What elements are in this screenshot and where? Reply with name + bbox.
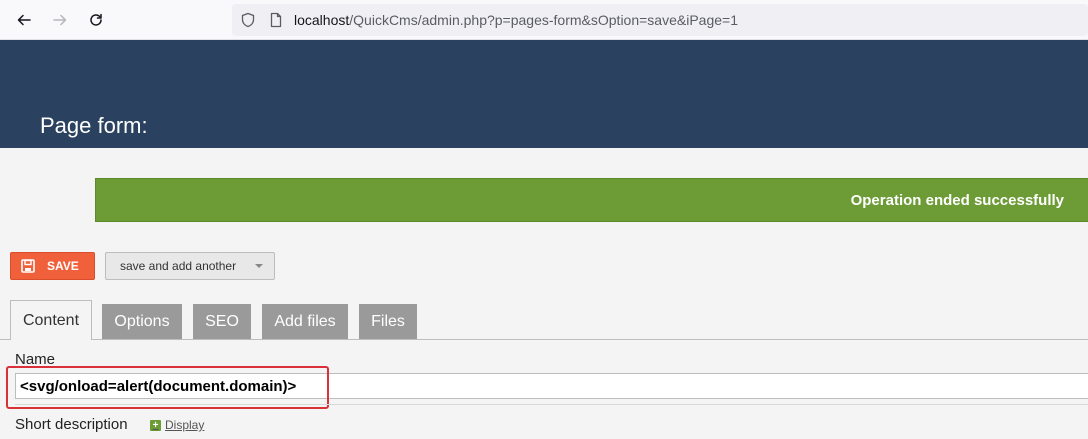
app-header: Page form: — [0, 40, 1088, 148]
save-and-add-another-button[interactable]: save and add another — [105, 252, 275, 280]
save-and-add-another-label: save and add another — [120, 259, 237, 273]
save-button-label: SAVE — [47, 259, 79, 273]
tab-seo[interactable]: SEO — [193, 304, 251, 339]
url-path: /QuickCms/admin.php?p=pages-form&sOption… — [349, 12, 738, 28]
url-text: localhost/QuickCms/admin.php?p=pages-for… — [294, 12, 738, 28]
page-icon[interactable] — [268, 12, 284, 28]
shield-icon[interactable] — [240, 12, 256, 28]
save-button[interactable]: SAVE — [10, 252, 95, 280]
tab-add-files[interactable]: Add files — [262, 304, 348, 339]
display-link-label: Display — [165, 418, 205, 432]
tab-bar-line — [0, 339, 1088, 340]
field-divider — [15, 404, 1088, 405]
page-title: Page form: — [40, 113, 148, 138]
success-banner: Operation ended successfully — [95, 178, 1088, 222]
plus-icon: + — [150, 419, 161, 431]
tab-content[interactable]: Content — [10, 300, 92, 340]
success-message: Operation ended successfully — [850, 192, 1064, 209]
url-host: localhost — [294, 12, 350, 28]
back-arrow-icon[interactable] — [12, 8, 36, 32]
reload-icon[interactable] — [84, 8, 108, 32]
chevron-down-icon[interactable] — [255, 264, 263, 268]
name-input-highlight — [6, 366, 329, 409]
display-link[interactable]: + Display — [150, 418, 204, 432]
tab-files[interactable]: Files — [359, 304, 417, 339]
floppy-disk-icon — [21, 259, 35, 273]
forward-arrow-icon[interactable] — [48, 8, 72, 32]
tab-options[interactable]: Options — [102, 304, 182, 339]
url-bar[interactable]: localhost/QuickCms/admin.php?p=pages-for… — [232, 4, 1088, 36]
short-description-label: Short description — [15, 416, 128, 433]
browser-toolbar: localhost/QuickCms/admin.php?p=pages-for… — [0, 0, 1088, 40]
